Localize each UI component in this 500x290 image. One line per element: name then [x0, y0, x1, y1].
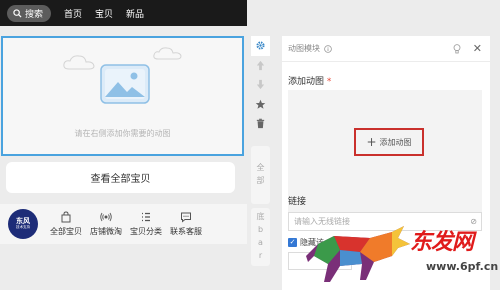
search-button[interactable]: 搜索 — [7, 4, 51, 22]
plus-icon: + — [366, 135, 377, 149]
cloud-icon — [153, 47, 182, 60]
settings-button[interactable] — [251, 36, 270, 56]
tab-all[interactable]: 全部 — [251, 146, 270, 204]
logo-subtext: 技术支持 — [16, 224, 30, 229]
top-nav-bar: 搜索 首页 宝贝 新品 — [0, 0, 247, 26]
close-icon[interactable]: ✕ — [473, 42, 482, 55]
panel-title: 动图模块 — [288, 44, 320, 53]
add-animation-dropzone[interactable]: + 添加动图 — [288, 90, 482, 213]
bottom-nav-customer-service[interactable]: 联系客服 — [166, 204, 206, 244]
image-placeholder-icon — [100, 64, 150, 104]
bottom-nav-bar: 东风 技术支持 全部宝贝 店铺微淘 宝贝分类 联系客服 — [0, 204, 247, 244]
watermark-title: 东发网 — [410, 229, 474, 255]
list-icon — [142, 212, 150, 222]
add-animation-label: 添加动图 * — [288, 74, 331, 87]
tab-all-label: 全部 — [256, 163, 265, 185]
add-animation-button-label: 添加动图 — [379, 137, 412, 147]
search-label: 搜索 — [25, 9, 44, 20]
module-toolbar — [251, 36, 270, 136]
move-down-button[interactable] — [251, 75, 270, 95]
nav-items[interactable]: 宝贝 — [95, 7, 113, 20]
move-up-button[interactable] — [251, 56, 270, 76]
gear-icon — [256, 41, 265, 50]
star-icon — [255, 99, 266, 109]
site-watermark: 东发网 www.6pf.cn — [300, 222, 500, 288]
link-label: 链接 — [288, 197, 307, 207]
search-icon — [13, 8, 22, 18]
hide-checkbox[interactable]: ✓ — [288, 238, 297, 247]
required-mark: * — [326, 77, 332, 87]
shop-logo[interactable]: 东风 技术支持 — [0, 204, 46, 244]
bottom-nav-categories[interactable]: 宝贝分类 — [126, 204, 166, 244]
view-all-items-button[interactable]: 查看全部宝贝 — [6, 162, 235, 193]
shopping-bag-icon — [61, 211, 71, 223]
cloud-icon — [63, 55, 95, 70]
chat-icon — [181, 212, 191, 223]
trash-icon — [256, 118, 265, 129]
favorite-button[interactable] — [251, 95, 270, 115]
delete-button[interactable] — [251, 114, 270, 134]
broadcast-icon — [100, 212, 112, 222]
bull-logo-icon — [306, 226, 410, 282]
add-animation-button[interactable]: + 添加动图 — [354, 128, 424, 156]
bottom-nav-all-items[interactable]: 全部宝贝 — [46, 204, 86, 244]
tab-bottom-bar[interactable]: 底bar — [251, 208, 270, 266]
tab-bottom-bar-label: 底bar — [256, 212, 265, 260]
animated-image-module[interactable]: 请在右侧添加你需要的动图 — [1, 36, 244, 156]
arrow-up-icon — [256, 60, 265, 70]
info-icon[interactable] — [324, 44, 332, 53]
bottom-nav-label: 店铺微淘 — [90, 227, 122, 236]
logo-badge: 东风 技术支持 — [8, 209, 38, 239]
bulb-icon[interactable] — [453, 43, 461, 54]
add-animation-label-text: 添加动图 — [288, 77, 325, 87]
nav-home[interactable]: 首页 — [64, 7, 82, 20]
nav-new[interactable]: 新品 — [126, 7, 144, 20]
bottom-nav-label: 全部宝贝 — [50, 227, 82, 236]
watermark-url: www.6pf.cn — [426, 260, 499, 273]
arrow-down-icon — [256, 80, 265, 90]
bottom-nav-label: 宝贝分类 — [130, 227, 162, 236]
module-hint: 请在右侧添加你需要的动图 — [74, 129, 171, 138]
bottom-nav-shop-feed[interactable]: 店铺微淘 — [86, 204, 126, 244]
panel-header: 动图模块 ✕ — [282, 36, 490, 62]
bottom-nav-label: 联系客服 — [170, 227, 202, 236]
